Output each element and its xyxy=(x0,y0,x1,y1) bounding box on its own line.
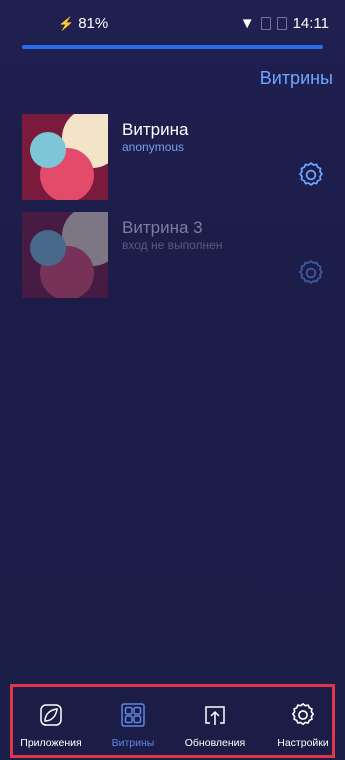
sim2-icon xyxy=(276,17,287,30)
status-right: ▼ 14:11 xyxy=(240,15,329,32)
loading-bar xyxy=(22,45,323,49)
leaf-icon xyxy=(40,704,62,726)
store-status: anonymous xyxy=(122,140,185,154)
nav-item-settings[interactable]: Настройки xyxy=(265,687,341,755)
nav-label: Приложения xyxy=(20,737,82,749)
store-thumbnail xyxy=(22,114,108,200)
nav-label: Обновления xyxy=(184,737,246,749)
nav-item-stores[interactable]: Витрины xyxy=(95,687,171,755)
nav-label: Витрины xyxy=(111,737,155,749)
gear-icon[interactable] xyxy=(296,258,326,288)
nav-item-updates[interactable]: Обновления xyxy=(177,687,253,755)
battery-indicator: ⚡ 81% xyxy=(58,15,108,32)
nav-item-apps[interactable]: Приложения xyxy=(13,687,89,755)
store-status: вход не выполнен xyxy=(122,238,223,252)
grid-icon xyxy=(121,703,145,727)
sim1-icon xyxy=(260,17,271,30)
store-thumbnail xyxy=(22,212,108,298)
page-title: Витрины xyxy=(259,68,333,88)
wifi-icon: ▼ xyxy=(239,15,255,32)
store-name: Витрина xyxy=(122,120,189,139)
status-bar: ⚡ 81% ▼ 14:11 xyxy=(0,0,345,40)
store-item-1[interactable]: Витрина anonymous xyxy=(22,114,332,204)
gear-icon[interactable] xyxy=(296,160,326,190)
bottom-navigation: Приложения Витрины Обновления Настройки xyxy=(10,684,335,758)
charging-icon: ⚡ xyxy=(58,15,75,31)
store-item-2[interactable]: Витрина 3 вход не выполнен xyxy=(22,212,332,302)
upload-icon xyxy=(205,706,225,725)
store-name: Витрина 3 xyxy=(122,218,203,237)
battery-percent: 81% xyxy=(78,15,109,32)
nav-label: Настройки xyxy=(277,737,329,749)
gear-icon xyxy=(291,702,315,726)
clock: 14:11 xyxy=(292,15,329,32)
